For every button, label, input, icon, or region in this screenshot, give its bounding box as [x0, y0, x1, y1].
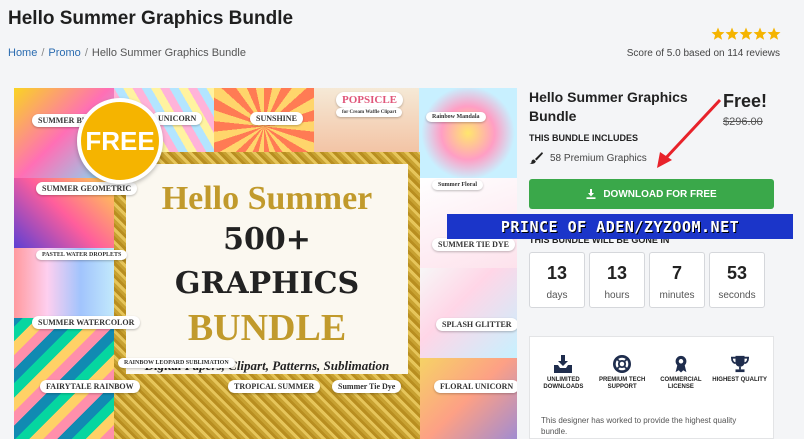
countdown-unit: days: [546, 290, 568, 301]
lifebuoy-icon: [613, 355, 632, 373]
preview-tile: [419, 88, 517, 178]
breadcrumb-promo-link[interactable]: Promo: [48, 47, 80, 59]
tile-label: POPSICLE: [336, 92, 404, 108]
bundle-includes-heading: THIS BUNDLE INCLUDES: [529, 133, 639, 143]
preview-tile: [14, 318, 114, 439]
download-button-label: DOWNLOAD FOR FREE: [603, 188, 717, 200]
star-icon: [725, 27, 739, 40]
bundle-preview-image[interactable]: Hello Summer 500+ GRAPHICS BUNDLE Digita…: [14, 88, 517, 439]
hero-graphics-count: 500+ GRAPHICS: [174, 222, 360, 301]
breadcrumb-separator: /: [41, 47, 45, 59]
feature-unlimited-downloads: UNLIMITED DOWNLOADS: [535, 355, 591, 391]
tile-label: Rainbow Mandala: [426, 112, 486, 122]
hero-title-panel: Hello Summer 500+ GRAPHICS BUNDLE Digita…: [126, 164, 408, 374]
star-icon: [739, 27, 753, 40]
tile-label: SPLASH GLITTER: [436, 318, 517, 331]
countdown-days: 13 days: [529, 252, 585, 308]
star-icon: [767, 27, 781, 40]
feature-label: PREMIUM TECH SUPPORT: [598, 377, 646, 390]
tile-label: RAINBOW LEOPARD SUBLIMATION: [118, 358, 235, 368]
hero-bundle-word: BUNDLE: [187, 307, 347, 349]
badge-icon: [675, 355, 687, 373]
hero-title-frame: Hello Summer 500+ GRAPHICS BUNDLE Digita…: [114, 152, 420, 439]
breadcrumb-current: Hello Summer Graphics Bundle: [91, 47, 246, 59]
hero-heading: Hello Summer: [161, 180, 373, 217]
preview-tile: [419, 358, 517, 439]
tile-label: Summer Tie Dye: [332, 380, 402, 393]
download-tray-icon: [554, 355, 573, 373]
tile-label: FAIRYTALE RAINBOW: [40, 380, 140, 393]
tile-label: SUMMER WATERCOLOR: [32, 316, 141, 329]
paintbrush-icon: [529, 152, 543, 164]
breadcrumb: Home / Promo / Hello Summer Graphics Bundle: [8, 47, 246, 59]
feature-label: COMMERCIAL LICENSE: [660, 377, 702, 390]
tile-label: PASTEL WATER DROPLETS: [36, 250, 128, 260]
countdown-value: 13: [606, 263, 628, 283]
free-price-label: Free!: [723, 91, 768, 111]
breadcrumb-home-link[interactable]: Home: [8, 47, 37, 59]
countdown-timer: 13 days 13 hours 7 minutes 53 seconds: [529, 252, 765, 308]
download-icon: [586, 189, 596, 199]
tile-label: Summer Floral: [432, 180, 484, 190]
tile-label: UNICORN: [152, 112, 203, 125]
page-title: Hello Summer Graphics Bundle: [8, 8, 294, 29]
rating-stars: [711, 27, 781, 40]
graphics-count-label: 58 Premium Graphics: [550, 152, 647, 164]
tile-label: TROPICAL SUMMER: [228, 380, 321, 393]
breadcrumb-separator: /: [84, 47, 88, 59]
original-price: $296.00: [723, 116, 763, 128]
feature-commercial-license: COMMERCIAL LICENSE: [653, 355, 709, 391]
countdown-value: 7: [671, 263, 682, 283]
bundle-features: UNLIMITED DOWNLOADS PREMIUM TECH SUPPORT…: [529, 336, 774, 439]
bundle-title: Hello Summer Graphics Bundle: [529, 89, 688, 124]
countdown-value: 13: [546, 263, 568, 283]
feature-label: HIGHEST QUALITY: [712, 377, 767, 383]
tile-label: SUNSHINE: [250, 112, 303, 125]
feature-highest-quality: HIGHEST QUALITY: [712, 355, 768, 391]
tile-label: FLORAL UNICORN: [434, 380, 517, 393]
countdown-unit: hours: [604, 290, 630, 301]
download-for-free-button[interactable]: DOWNLOAD FOR FREE: [529, 179, 774, 209]
countdown-unit: seconds: [718, 290, 756, 301]
countdown-minutes: 7 minutes: [649, 252, 705, 308]
designer-note: This designer has worked to provide the …: [541, 416, 737, 436]
trophy-icon: [730, 355, 749, 373]
countdown-value: 53: [726, 263, 748, 283]
free-badge: FREE: [77, 98, 163, 184]
countdown-unit: minutes: [659, 290, 695, 301]
feature-label: UNLIMITED DOWNLOADS: [543, 377, 584, 390]
tile-label: for Cream Waffle Clipart: [336, 108, 403, 117]
countdown-hours: 13 hours: [589, 252, 645, 308]
rating-text: Score of 5.0 based on 114 reviews: [626, 48, 780, 59]
graphics-count: 58 Premium Graphics: [529, 152, 647, 164]
watermark-banner: PRINCE OF ADEN/ZYZOOM.NET: [447, 214, 793, 239]
preview-tile: [419, 268, 517, 358]
star-icon: [711, 27, 725, 40]
countdown-seconds: 53 seconds: [709, 252, 765, 308]
feature-premium-support: PREMIUM TECH SUPPORT: [594, 355, 650, 391]
tile-label: SUMMER TIE DYE: [432, 238, 515, 251]
star-icon: [753, 27, 767, 40]
